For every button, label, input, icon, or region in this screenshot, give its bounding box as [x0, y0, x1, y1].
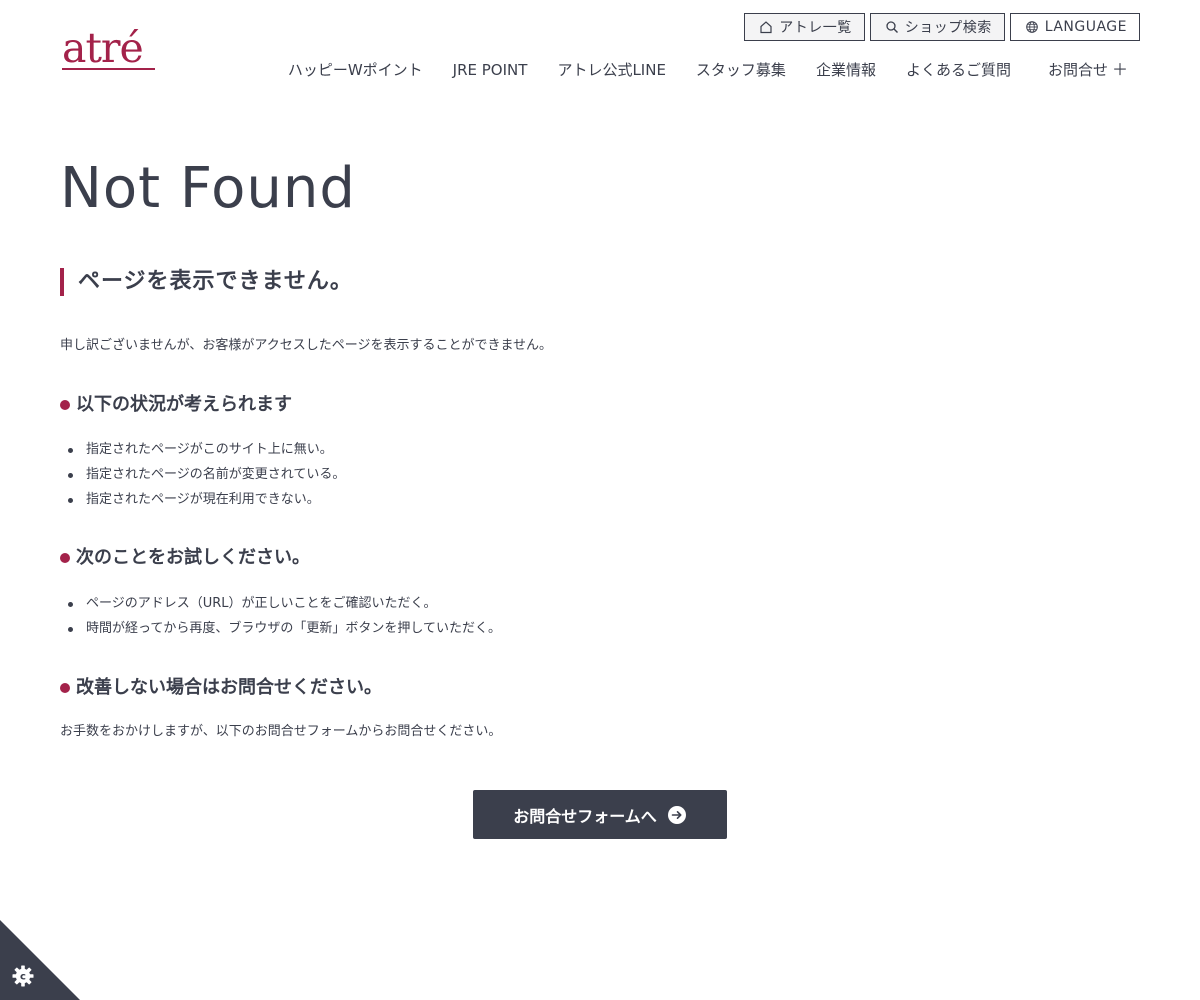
list-item: ページのアドレス（URL）が正しいことをご確認いただく。: [62, 591, 501, 616]
shop-search-label: ショップ検索: [904, 20, 992, 36]
intro-text: 申し訳ございませんが、お客様がアクセスしたページを表示することができません。: [60, 338, 553, 353]
nav-item-staff-recruit[interactable]: スタッフ募集: [696, 60, 786, 80]
cookie-settings-button[interactable]: [0, 920, 80, 1000]
atre-list-label: アトレ一覧: [779, 20, 852, 36]
home-icon: [759, 20, 773, 34]
nav-contact-label: お問合せ: [1047, 61, 1108, 79]
globe-icon: [1025, 20, 1039, 34]
contact-heading: 改善しない場合はお問合せください。: [60, 676, 382, 700]
atre-logo[interactable]: atré: [62, 26, 158, 76]
list-item: 時間が経ってから再度、ブラウザの「更新」ボタンを押していただく。: [62, 616, 501, 641]
try-label: 次のことをお試しください。: [76, 547, 310, 568]
logo-wordmark: atré: [62, 24, 144, 72]
shop-search-button[interactable]: ショップ検索: [869, 13, 1005, 41]
contact-form-label: お問合せフォームへ: [513, 806, 657, 826]
closing-text: お手数をおかけしますが、以下のお問合せフォームからお問合せください。: [60, 724, 502, 739]
bullet-dot-icon: [60, 683, 70, 693]
arrow-right-circle-icon: [667, 805, 687, 825]
main-nav: ハッピーWポイント JRE POINT アトレ公式LINE スタッフ募集 企業情…: [288, 60, 1128, 80]
language-button[interactable]: LANGUAGE: [1009, 13, 1140, 41]
bullet-dot-icon: [60, 553, 70, 563]
possible-causes-label: 以下の状況が考えられます: [76, 394, 292, 415]
plus-icon: ＋: [1111, 60, 1128, 79]
try-heading: 次のことをお試しください。: [60, 546, 310, 570]
nav-item-contact[interactable]: お問合せ＋: [1048, 60, 1128, 80]
possible-causes-list: 指定されたページがこのサイト上に無い。 指定されたページの名前が変更されている。…: [62, 437, 345, 512]
logo-underline: [62, 68, 155, 70]
nav-item-faq[interactable]: よくあるご質問: [906, 60, 1011, 80]
utility-nav: アトレ一覧 ショップ検索 LANGUAGE: [744, 13, 1140, 41]
list-item: 指定されたページがこのサイト上に無い。: [62, 437, 345, 462]
list-item: 指定されたページが現在利用できない。: [62, 487, 345, 512]
try-list: ページのアドレス（URL）が正しいことをご確認いただく。 時間が経ってから再度、…: [62, 591, 501, 641]
nav-item-company-info[interactable]: 企業情報: [816, 60, 876, 80]
nav-item-jre-point[interactable]: JRE POINT: [453, 60, 528, 80]
bullet-dot-icon: [60, 400, 70, 410]
nav-item-happy-w-point[interactable]: ハッピーWポイント: [288, 60, 423, 80]
nav-item-official-line[interactable]: アトレ公式LINE: [557, 60, 665, 80]
possible-causes-heading: 以下の状況が考えられます: [60, 393, 292, 417]
atre-list-button[interactable]: アトレ一覧: [744, 13, 865, 41]
search-icon: [885, 20, 899, 34]
error-heading: ページを表示できません。: [60, 268, 353, 296]
language-label: LANGUAGE: [1044, 19, 1127, 35]
contact-form-button[interactable]: お問合せフォームへ: [473, 790, 727, 839]
contact-heading-label: 改善しない場合はお問合せください。: [76, 677, 382, 698]
list-item: 指定されたページの名前が変更されている。: [62, 462, 345, 487]
page-title: Not Found: [60, 156, 356, 221]
